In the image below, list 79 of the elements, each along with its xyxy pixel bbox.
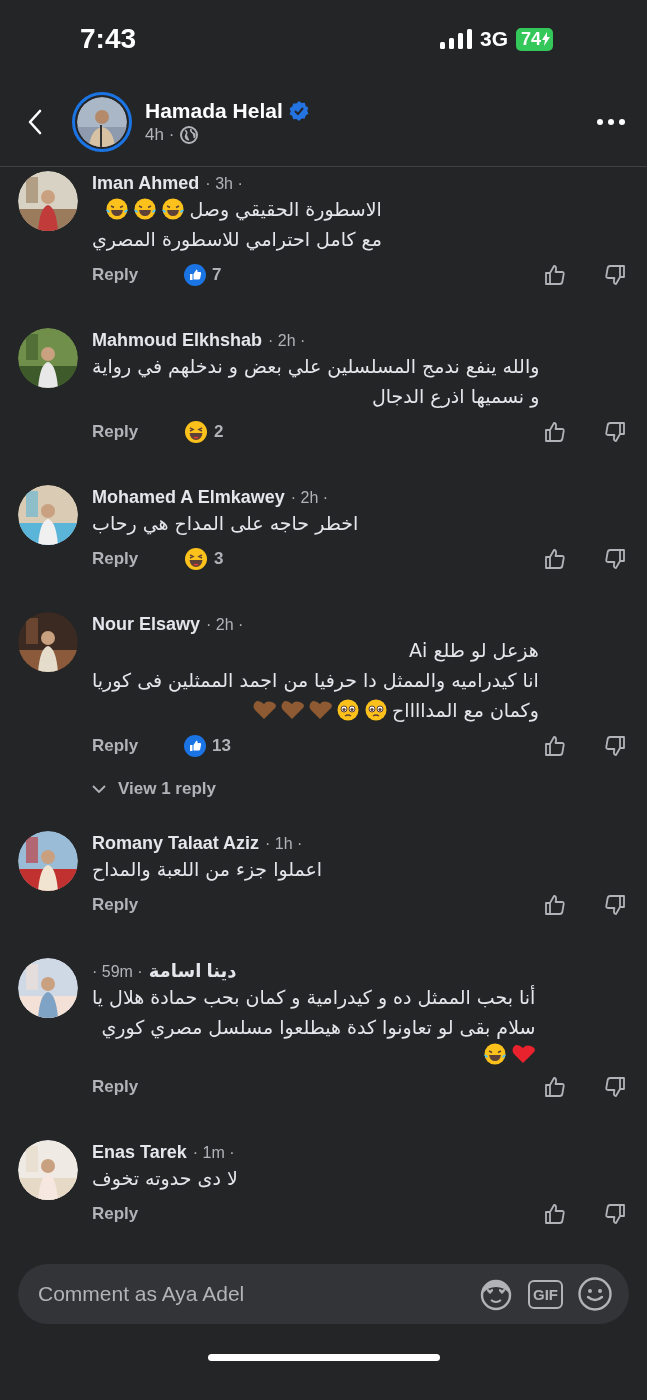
battery-indicator: 74 xyxy=(515,27,553,51)
status-time: 7:43 xyxy=(80,23,137,55)
view-replies-link[interactable]: View 1 reply xyxy=(92,779,216,799)
comment-text: اعملوا جزء من اللعبة والمداح xyxy=(92,857,323,883)
comment-text: أنا بحب الممثل ده و كيدرامية و كمان بحب حمادة هلال يا xyxy=(92,984,536,1011)
teary-emoji-icon xyxy=(364,698,389,722)
reaction-count: 2 xyxy=(214,422,224,442)
comment-time: · 3h · xyxy=(205,175,243,193)
thumbs-down-icon[interactable] xyxy=(603,263,627,287)
commenter-name[interactable]: Enas Tarek xyxy=(92,1142,187,1163)
comment-text: مع كامل احترامي للاسطورة المصري xyxy=(92,227,382,253)
more-icon[interactable] xyxy=(597,119,625,125)
commenter-name[interactable]: Mohamed A Elmkawey xyxy=(92,487,285,508)
teary-emoji-icon xyxy=(336,698,361,722)
back-icon[interactable] xyxy=(28,109,42,135)
heart-icon xyxy=(280,698,305,722)
comment-text: والله ينفع ندمج المسلسلين علي بعض و ندخلهم في رواية xyxy=(92,354,540,380)
comment-text: لا دى حدوته تخوف xyxy=(92,1166,238,1192)
reply-link[interactable]: Reply xyxy=(92,895,184,915)
commenter-name[interactable]: دينا اسامة xyxy=(148,960,237,982)
comment-text: انا كيدراميه والممثل دا حرفيا من اجمد الممثلين فى كوريا xyxy=(92,668,539,694)
comment-text: هزعل لو طلع Ai xyxy=(409,638,539,664)
heart-icon xyxy=(511,1042,536,1066)
comment-field[interactable]: Comment as Aya Adel GIF xyxy=(18,1264,629,1324)
comment-text: الاسطورة الحقيقي وصل xyxy=(189,197,382,223)
comment-text: اخطر حاجه على المداح هي رحاب xyxy=(92,511,359,537)
laughing-emoji-icon xyxy=(133,197,158,221)
network-label: 3G xyxy=(479,27,508,51)
laughing-emoji-icon xyxy=(105,197,130,221)
thumbs-up-icon[interactable] xyxy=(543,893,567,917)
reply-link[interactable]: Reply xyxy=(92,422,184,442)
commenter-name[interactable]: Romany Talaat Aziz xyxy=(92,833,260,854)
thumbs-up-icon[interactable] xyxy=(543,420,567,444)
globe-icon xyxy=(180,126,199,144)
author-name[interactable]: Hamada Helal xyxy=(145,99,283,123)
thumbs-down-icon[interactable] xyxy=(603,420,627,444)
thumbs-up-icon[interactable] xyxy=(543,547,567,571)
comment-time: · 2h · xyxy=(290,489,329,507)
laughing-emoji-icon xyxy=(161,197,186,221)
thumbs-down-icon[interactable] xyxy=(603,893,627,917)
gif-button[interactable]: GIF xyxy=(528,1279,563,1309)
thumbs-up-icon[interactable] xyxy=(543,1075,567,1099)
thumbs-down-icon[interactable] xyxy=(603,1202,627,1226)
reaction-count: 13 xyxy=(212,736,231,756)
thumbs-up-icon[interactable] xyxy=(543,734,567,758)
comment-time: · 2h · xyxy=(206,616,244,634)
comment-time: · 2h · xyxy=(268,332,306,350)
laughing-emoji-icon xyxy=(483,1042,508,1066)
reply-link[interactable]: Reply xyxy=(92,1204,184,1224)
post-time: 4h · xyxy=(145,125,175,145)
comment-time: · 59m · xyxy=(92,963,143,981)
heart-icon xyxy=(252,698,277,722)
laughing-reaction-icon xyxy=(184,420,208,444)
like-reaction-icon xyxy=(184,735,206,757)
chevron-down-icon xyxy=(92,785,106,793)
thumbs-down-icon[interactable] xyxy=(603,547,627,571)
heart-icon xyxy=(308,698,333,722)
thumbs-down-icon[interactable] xyxy=(603,1075,627,1099)
comment-text: وكمان مع المدااااح xyxy=(392,698,539,724)
reply-link[interactable]: Reply xyxy=(92,265,184,285)
like-reaction-icon xyxy=(184,264,206,286)
reply-link[interactable]: Reply xyxy=(92,736,184,756)
thumbs-up-icon[interactable] xyxy=(543,263,567,287)
commenter-name[interactable]: Mahmoud Elkhshab xyxy=(92,330,262,351)
emoji-icon[interactable] xyxy=(577,1276,613,1312)
thumbs-up-icon[interactable] xyxy=(543,1202,567,1226)
comment-text: و نسميها اذرع الدجال xyxy=(371,384,540,410)
comment-text: سلام بقى لو تعاونوا كدة هيطلعوا مسلسل مصري كوري xyxy=(101,1015,536,1041)
reply-link[interactable]: Reply xyxy=(92,1077,184,1097)
thumbs-down-icon[interactable] xyxy=(603,734,627,758)
comment-time: · 1h · xyxy=(265,835,303,853)
commenter-name[interactable]: Iman Ahmed xyxy=(92,173,200,194)
signal-icon xyxy=(439,29,472,49)
reply-link[interactable]: Reply xyxy=(92,549,184,569)
reaction-count: 3 xyxy=(214,549,224,569)
reaction-count: 7 xyxy=(212,265,222,285)
comment-time: · 1m · xyxy=(192,1144,235,1162)
commenter-name[interactable]: Nour Elsawy xyxy=(92,614,201,635)
laughing-reaction-icon xyxy=(184,547,208,571)
